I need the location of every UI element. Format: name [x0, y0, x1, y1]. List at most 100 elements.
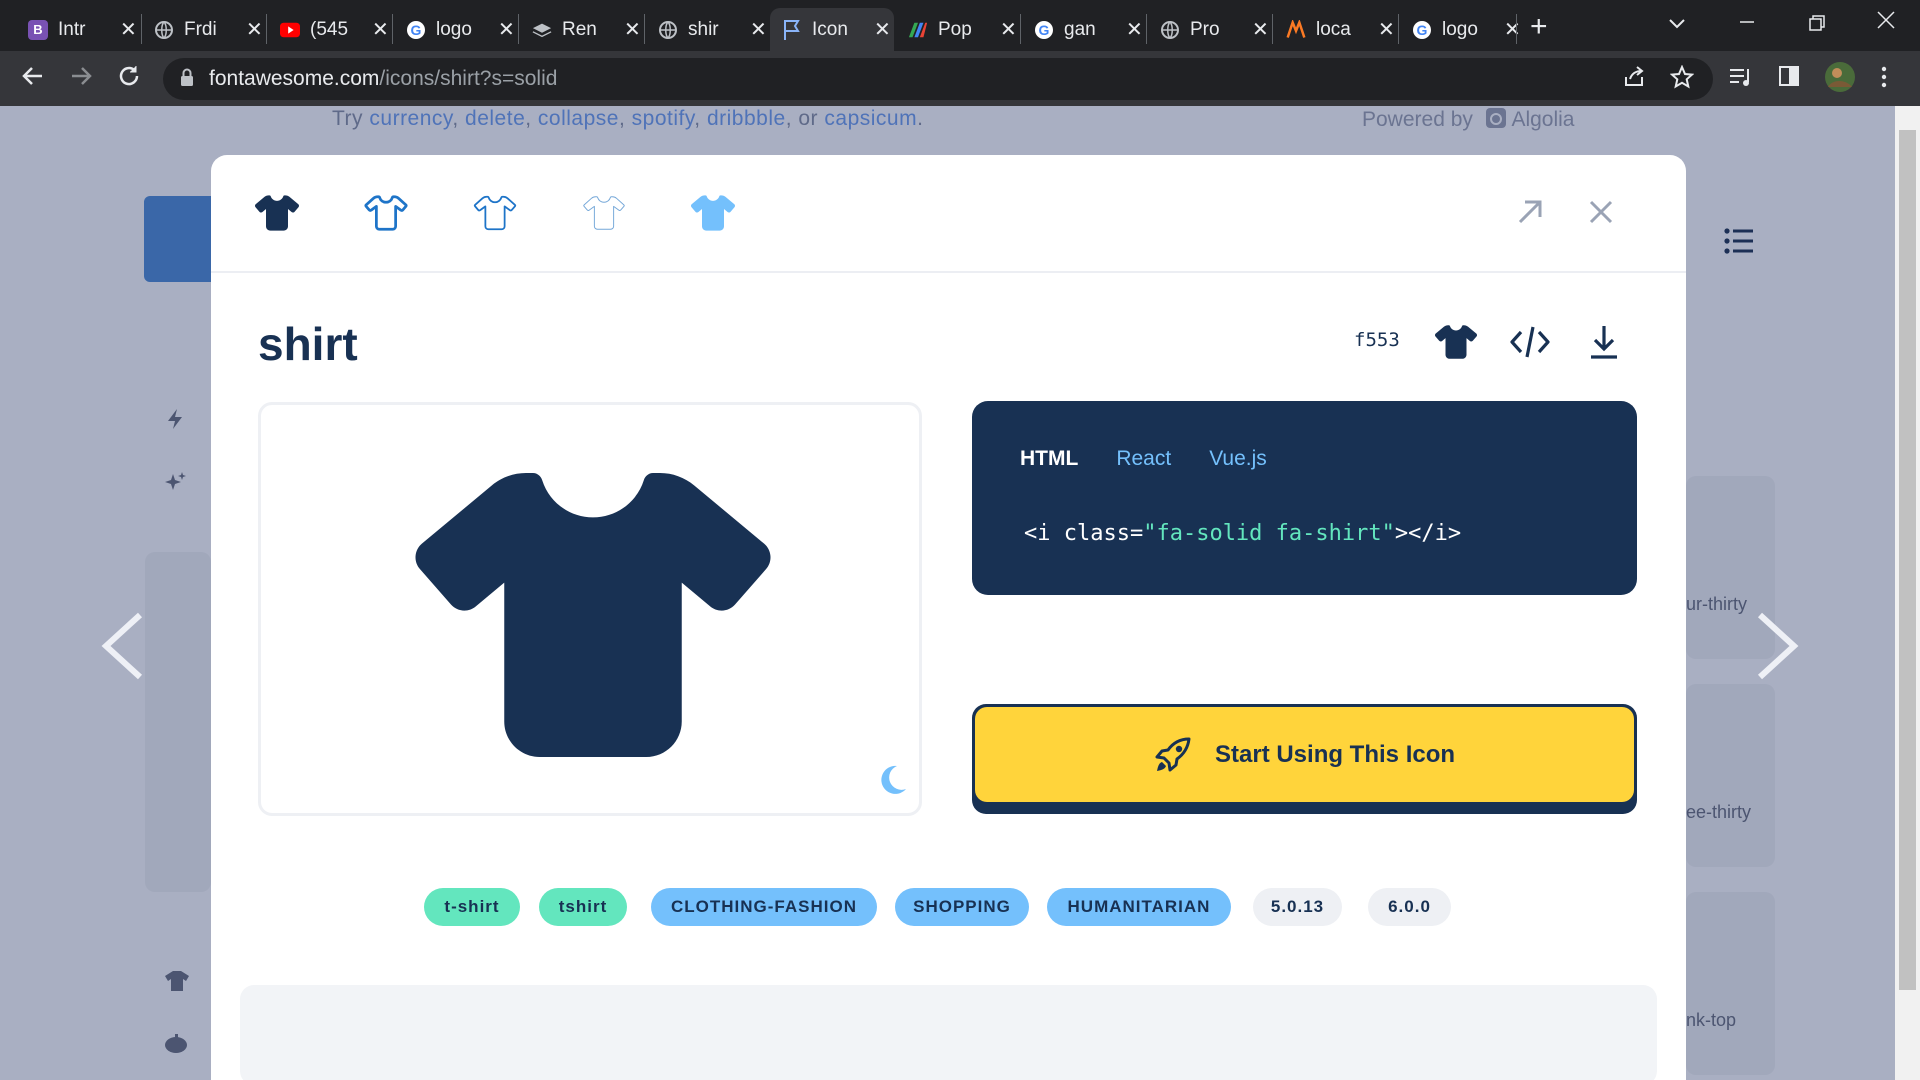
tab-html[interactable]: HTML — [1020, 447, 1078, 471]
tab-vue[interactable]: Vue.js — [1209, 447, 1267, 471]
url-host: fontawesome.com — [209, 67, 380, 90]
shirt-thin-style-icon[interactable] — [582, 191, 626, 235]
xampp-icon — [1286, 19, 1306, 40]
next-arrow-icon[interactable] — [1756, 600, 1800, 703]
bg-icon-label: ur-thirty — [1686, 594, 1748, 614]
algolia-label: Algolia — [1511, 108, 1575, 131]
shirt-light-style-icon[interactable] — [473, 191, 517, 235]
category-tag[interactable]: HUMANITARIAN — [1047, 888, 1231, 926]
close-tab-icon[interactable]: ✕ — [1126, 17, 1143, 42]
unicode-copy[interactable]: f553 — [1354, 329, 1400, 351]
svg-text:G: G — [411, 22, 422, 38]
suggestion-link[interactable]: dribbble — [707, 107, 786, 130]
code-icon[interactable] — [1509, 321, 1551, 363]
close-tab-icon[interactable]: ✕ — [1504, 17, 1521, 42]
tag-list: t-shirt tshirt CLOTHING-FASHION SHOPPING… — [211, 888, 1686, 928]
code-snippet[interactable]: <i class="fa-solid fa-shirt"></i> — [1024, 521, 1461, 546]
suggestion-link[interactable]: delete — [465, 107, 525, 130]
close-tab-icon[interactable]: ✕ — [498, 17, 515, 42]
suggestion-link[interactable]: capsicum — [824, 107, 917, 130]
browser-tab[interactable]: Frdi ✕ — [142, 8, 266, 51]
browser-tab[interactable]: loca ✕ — [1274, 8, 1398, 51]
close-tab-icon[interactable]: ✕ — [1378, 17, 1395, 42]
browser-tab-active[interactable]: Icon ✕ — [770, 8, 894, 51]
version-tag[interactable]: 6.0.0 — [1368, 888, 1451, 926]
bg-card — [1686, 892, 1775, 1075]
suggestion-link[interactable]: currency — [369, 107, 452, 130]
alias-tag[interactable]: t-shirt — [424, 888, 520, 926]
address-bar[interactable]: fontawesome.com/icons/shirt?s=solid — [163, 58, 1713, 100]
google-icon: G — [406, 20, 426, 40]
media-control-icon[interactable] — [1728, 65, 1754, 95]
bg-icon-label: ee-thirty — [1686, 802, 1752, 822]
rocket-icon — [1153, 735, 1193, 775]
code-class: "fa-solid fa-shirt" — [1143, 521, 1395, 546]
scrollbar-thumb[interactable] — [1899, 130, 1916, 990]
close-tab-icon[interactable]: ✕ — [624, 17, 641, 42]
bookmark-star-icon[interactable] — [1669, 64, 1695, 95]
shirt-duotone-style-icon[interactable] — [690, 191, 736, 235]
suggestion-link[interactable]: collapse — [538, 107, 619, 130]
globe-icon — [658, 20, 678, 40]
browser-tab[interactable]: G gan ✕ — [1022, 8, 1146, 51]
prev-arrow-icon[interactable] — [100, 600, 144, 703]
minimize-icon[interactable] — [1738, 10, 1756, 36]
shirt-regular-style-icon[interactable] — [364, 191, 408, 235]
close-window-icon[interactable] — [1876, 10, 1896, 36]
browser-tab[interactable]: shir ✕ — [646, 8, 770, 51]
profile-avatar[interactable] — [1824, 61, 1856, 99]
browser-tab[interactable]: Pop ✕ — [896, 8, 1020, 51]
version-tag[interactable]: 5.0.13 — [1253, 888, 1342, 926]
open-in-new-icon[interactable] — [1513, 195, 1547, 229]
bolt-icon — [164, 408, 186, 435]
close-tab-icon[interactable]: ✕ — [750, 17, 767, 42]
alias-tag[interactable]: tshirt — [539, 888, 627, 926]
category-tag[interactable]: SHOPPING — [895, 888, 1029, 926]
side-panel-icon[interactable] — [1778, 65, 1800, 93]
browser-tab[interactable]: Pro ✕ — [1148, 8, 1272, 51]
tab-search-icon[interactable] — [1668, 10, 1686, 36]
tab-react[interactable]: React — [1116, 447, 1171, 471]
restore-icon[interactable] — [1808, 12, 1826, 38]
copy-glyph-shirt-icon[interactable] — [1434, 321, 1478, 363]
sparkles-icon — [164, 470, 188, 499]
code-tabs: HTML React Vue.js — [1020, 447, 1267, 471]
list-view-icon[interactable] — [1724, 224, 1754, 263]
globe-icon — [154, 20, 174, 40]
browser-tab[interactable]: (545 ✕ — [268, 8, 392, 51]
close-tab-icon[interactable]: ✕ — [1000, 17, 1017, 42]
download-icon[interactable] — [1583, 321, 1625, 363]
tab-title: Pop — [938, 18, 972, 40]
back-icon[interactable] — [20, 63, 46, 96]
start-using-button[interactable]: Start Using This Icon — [972, 704, 1637, 814]
kebab-menu-icon[interactable] — [1880, 65, 1888, 95]
globe-icon — [1160, 20, 1180, 40]
browser-tab[interactable]: Ren ✕ — [520, 8, 644, 51]
tab-title: Ren — [562, 18, 597, 40]
close-tab-icon[interactable]: ✕ — [874, 17, 891, 42]
browser-tab[interactable]: G logo ✕ — [394, 8, 518, 51]
close-tab-icon[interactable]: ✕ — [246, 17, 263, 42]
start-using-button-face[interactable]: Start Using This Icon — [975, 707, 1634, 802]
close-tab-icon[interactable]: ✕ — [372, 17, 389, 42]
close-modal-icon[interactable] — [1584, 195, 1618, 229]
forward-icon[interactable] — [68, 63, 94, 96]
svg-text:G: G — [1417, 22, 1428, 38]
tab-title: (545 — [310, 18, 349, 40]
tab-title: Intr — [58, 18, 86, 40]
youtube-icon — [280, 20, 300, 40]
browser-tab[interactable]: G logo ✕ — [1400, 8, 1524, 51]
category-tag[interactable]: CLOTHING-FASHION — [651, 888, 877, 926]
browser-tab[interactable]: B Intr ✕ — [16, 8, 140, 51]
browser-toolbar: fontawesome.com/icons/shirt?s=solid — [0, 51, 1920, 106]
close-tab-icon[interactable]: ✕ — [120, 17, 137, 42]
shirt-solid-style-icon[interactable] — [254, 191, 300, 235]
reload-icon[interactable] — [116, 63, 142, 96]
dark-mode-moon-icon[interactable] — [875, 763, 909, 797]
lock-icon[interactable] — [179, 67, 209, 92]
suggestion-link[interactable]: spotify — [632, 107, 695, 130]
share-icon[interactable] — [1622, 65, 1646, 95]
new-tab-button[interactable]: + — [1530, 10, 1548, 44]
close-tab-icon[interactable]: ✕ — [1252, 17, 1269, 42]
tab-title: loca — [1316, 18, 1351, 40]
